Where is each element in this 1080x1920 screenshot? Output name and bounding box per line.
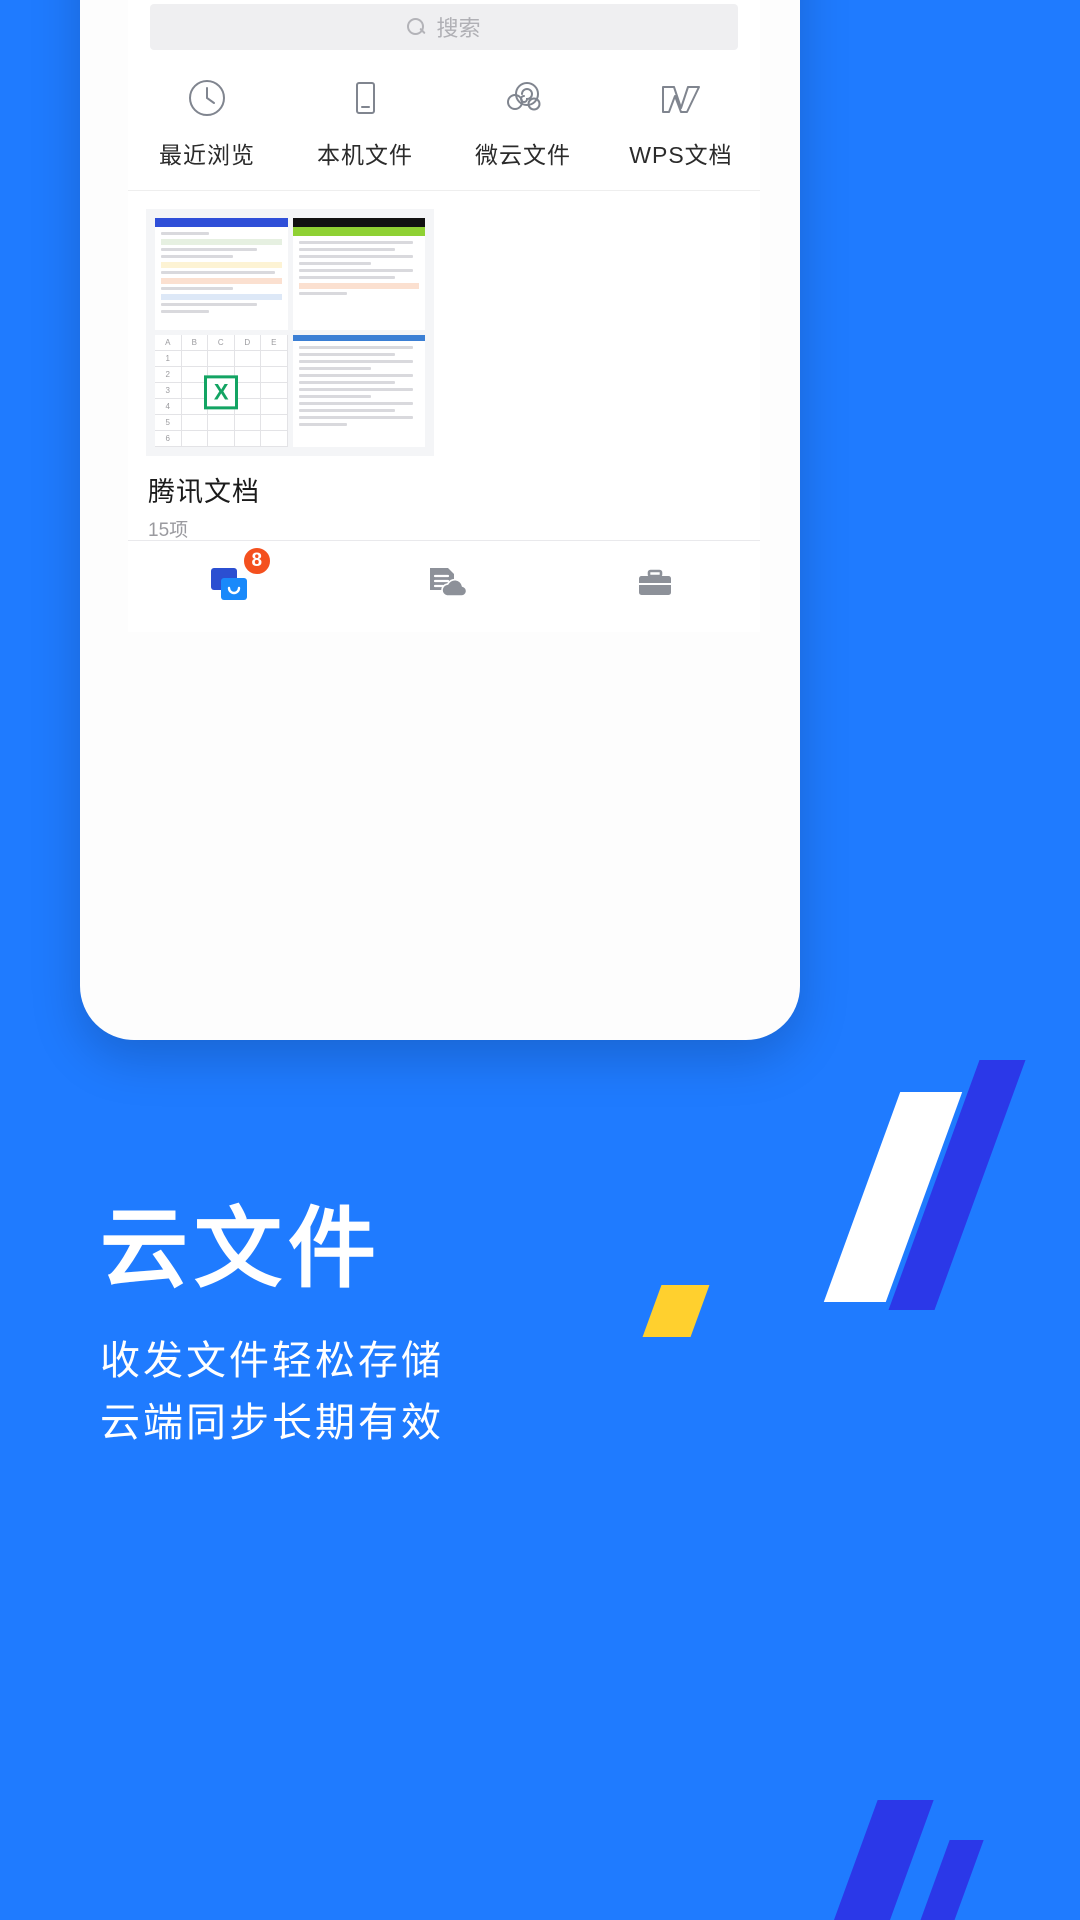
sheet-col-head: D: [234, 335, 261, 351]
entry-local-files-label: 本机文件: [317, 142, 413, 168]
thumb-doc-green: [292, 218, 425, 330]
entry-recent-label: 最近浏览: [159, 142, 255, 168]
sheet-col-head: C: [208, 335, 235, 351]
sheet-col-head: B: [181, 335, 208, 351]
weiyun-cloud-icon: [500, 74, 546, 122]
bottom-tab-bar: 8: [128, 540, 760, 632]
sheet-row-head: 2: [155, 367, 182, 383]
search-placeholder: 搜索: [436, 16, 481, 41]
phone-icon: [343, 74, 387, 122]
folder-title: 腾讯文档: [148, 477, 260, 507]
subcopy-line-2: 云端同步长期有效: [100, 1401, 444, 1445]
decor-slash-yellow: [642, 1285, 710, 1337]
thumb-doc-blue: [155, 218, 288, 330]
sheet-row-head: 5: [155, 415, 182, 431]
folder-count: 15项: [148, 520, 189, 541]
sheet-row-head: 3: [155, 383, 182, 399]
thumb-doc-table: [292, 335, 425, 447]
excel-badge: X: [204, 375, 239, 410]
chat-files-badge: 8: [241, 546, 272, 576]
search-input[interactable]: 搜索: [150, 4, 738, 50]
sheet-col-head: A: [155, 335, 182, 351]
cloud-doc-icon: [421, 562, 468, 611]
quick-entries: 最近浏览 本机文件 微云文件 WPS文档: [128, 50, 760, 191]
app-screen: 搜索 最近浏览 本机文件 微云文件 WPS文档 A B C D E 1 2 3 …: [128, 0, 760, 632]
folder-thumbnails: A B C D E 1 2 3 4 5 6 X: [146, 209, 434, 456]
wps-w-icon: [656, 74, 706, 122]
tab-workbench[interactable]: [549, 562, 760, 611]
entry-weiyun-files-label: 微云文件: [475, 142, 571, 168]
subcopy-line-1: 收发文件轻松存储: [100, 1339, 444, 1383]
search-section: 搜索: [128, 0, 760, 50]
tab-cloud-doc[interactable]: [339, 562, 550, 611]
search-icon: [407, 17, 426, 37]
entry-wps-docs-label: WPS文档: [629, 142, 733, 168]
entry-local-files[interactable]: 本机文件: [286, 74, 444, 170]
page-headline: 云文件: [100, 1199, 383, 1298]
decor-slash-bottom-left: [830, 1800, 934, 1920]
entry-recent[interactable]: 最近浏览: [128, 74, 286, 170]
phone-mockup: 搜索 最近浏览 本机文件 微云文件 WPS文档 A B C D E 1 2 3 …: [80, 0, 800, 1040]
sheet-row-head: 6: [155, 431, 182, 447]
entry-wps-docs[interactable]: WPS文档: [602, 74, 760, 170]
briefcase-icon: [632, 562, 678, 611]
page-subcopy: 收发文件轻松存储 云端同步长期有效: [100, 1330, 444, 1454]
sheet-row-head: 1: [155, 351, 182, 367]
sheet-col-head: E: [261, 335, 288, 351]
tab-chat-files[interactable]: 8: [128, 546, 339, 611]
entry-weiyun-files[interactable]: 微云文件: [444, 74, 602, 170]
clock-icon: [185, 74, 229, 122]
folder-card[interactable]: A B C D E 1 2 3 4 5 6 X 腾讯文档 15项: [146, 209, 434, 542]
sheet-row-head: 4: [155, 399, 182, 415]
thumb-spreadsheet: A B C D E 1 2 3 4 5 6 X: [155, 335, 288, 447]
